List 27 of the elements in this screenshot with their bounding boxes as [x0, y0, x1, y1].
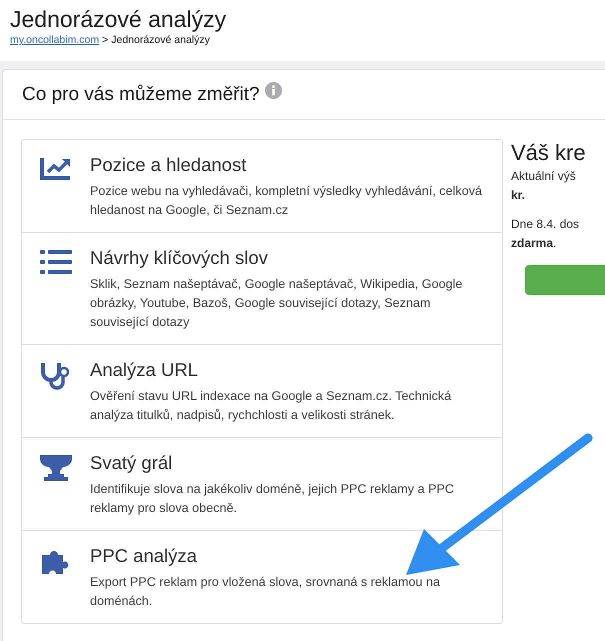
analysis-title: Svatý grál [90, 451, 174, 475]
analysis-title: PPC analýza [90, 544, 198, 568]
analysis-item[interactable]: Pozice a hledanost Pozice webu na vyhledávači, kompletní výsledky vyhledávání, celková hledanost na Google, či Seznam.cz [22, 140, 502, 232]
analysis-item[interactable]: Návrhy klíčových slov Sklik, Seznam našeptávač, Google našeptávač, Wikipedia, Google obrázky, Youtube, Bazoš, Google související dotazy, Seznam související dotazy [22, 232, 502, 344]
analysis-description: Pozice webu na vyhledávači, kompletní výsledky vyhledávání, celková hledanost na Google, či Seznam.cz [90, 183, 484, 219]
card-heading: Co pro vás můžeme změřit? [22, 84, 260, 106]
credit-heading: Váš kre [511, 139, 587, 167]
analysis-description: Identifikuje slova na jakékoliv doméně, jejich PPC reklamy a PPC reklamy pro slova obecně. [90, 481, 455, 517]
analysis-description: Export PPC reklam pro vložená slova, srovnaná s reklamou na doménách. [90, 574, 441, 610]
analysis-title: Pozice a hledanost [90, 153, 248, 177]
page-title: Jednorázové analýzy [10, 5, 228, 34]
analysis-title: Analýza URL [90, 358, 199, 382]
info-icon[interactable] [264, 82, 282, 99]
breadcrumb-link[interactable]: my.oncollabim.com [10, 34, 100, 46]
credit-offer-text: Dne 8.4. dos zdarma. [511, 216, 580, 252]
analysis-description: Sklik, Seznam našeptávač, Google našeptávač, Wikipedia, Google obrázky, Youtube, Bazoš, Google související dotazy, Seznam související dotazy [90, 276, 464, 331]
analysis-item[interactable]: Svatý grál Identifikuje slova na jakékoliv doméně, jejich PPC reklamy a PPC reklamy pro slova obecně. [22, 437, 502, 530]
analysis-description: Ověření stavu URL indexace na Google a Seznam.cz. Technická analýza titulků, nadpisů, rychchlosti a velikosti stránek. [90, 388, 452, 424]
breadcrumb-current: Jednorázové analýzy [111, 34, 210, 46]
line-chart-icon [40, 156, 72, 182]
credit-balance-text: Aktuální výš kr. [511, 168, 577, 204]
trophy-icon [40, 454, 72, 482]
list-icon [40, 249, 72, 275]
analysis-title: Návrhy klíčových slov [90, 246, 269, 270]
stethoscope-icon [40, 361, 72, 391]
breadcrumb-separator: > [102, 34, 108, 46]
analysis-item[interactable]: Analýza URL Ověření stavu URL indexace na Google a Seznam.cz. Technická analýza titulků, nadpisů, rychchlosti a velikosti stránek. [22, 344, 502, 437]
